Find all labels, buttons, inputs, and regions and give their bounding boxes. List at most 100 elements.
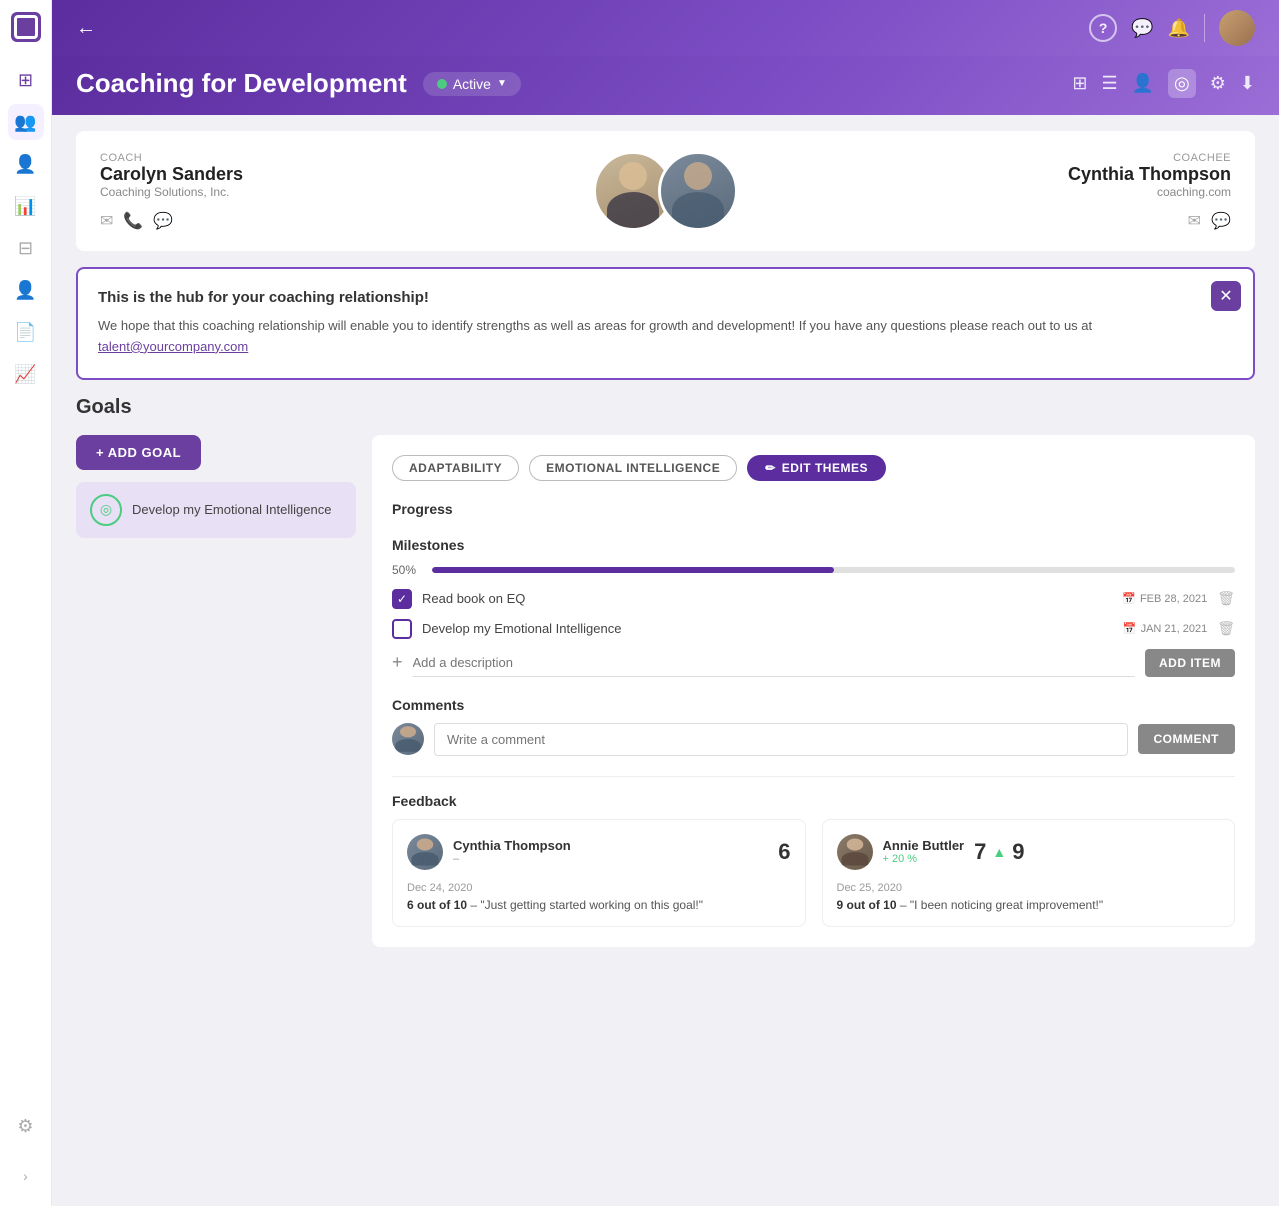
coachee-name: Cynthia Thompson [854, 164, 1231, 185]
feedback-date-1: Dec 24, 2020 [407, 882, 791, 894]
progress-fill [432, 567, 834, 573]
feedback-grid: Cynthia Thompson – 6 Dec 24, 2020 6 out … [392, 819, 1235, 927]
progress-percent: 50% [392, 563, 422, 577]
milestone-row-2: Develop my Emotional Intelligence 📅 JAN … [392, 619, 1235, 639]
coach-info: Coach Carolyn Sanders Coaching Solutions… [100, 152, 477, 231]
progress-bar-row: 50% [392, 563, 1235, 577]
goal-target-icon: ◎ [90, 494, 122, 526]
edit-icon: ✏ [765, 461, 776, 475]
sidebar-item-analytics[interactable]: 📊 [8, 188, 44, 224]
progress-track [432, 567, 1235, 573]
bell-icon[interactable]: 🔔 [1168, 18, 1190, 39]
milestones-section: Milestones 50% ✓ Read book on EQ [392, 537, 1235, 677]
list-view-icon[interactable]: ☰ [1101, 73, 1117, 94]
goals-section-title: Goals [76, 396, 1255, 419]
comment-button[interactable]: COMMENT [1138, 724, 1236, 754]
add-goal-button[interactable]: + ADD GOAL [76, 435, 201, 470]
coachee-info: Coachee Cynthia Thompson coaching.com ✉ … [854, 152, 1231, 231]
milestone-row-1: ✓ Read book on EQ 📅 FEB 28, 2021 🗑 [392, 589, 1235, 609]
calendar-icon-2: 📅 [1123, 622, 1137, 635]
feedback-sub-2: + 20 % [883, 853, 965, 865]
info-box-close-button[interactable]: ✕ [1211, 281, 1241, 311]
info-box-title: This is the hub for your coaching relati… [98, 289, 1203, 306]
profile-icon: 👤 [14, 280, 36, 301]
status-label: Active [453, 76, 491, 92]
add-item-button[interactable]: ADD ITEM [1145, 649, 1235, 677]
coach-company: Coaching Solutions, Inc. [100, 185, 477, 199]
milestone-text-1: Read book on EQ [422, 591, 1112, 606]
page-title-bar: Coaching for Development Active ▼ ⊞ ☰ 👤 … [52, 56, 1279, 115]
sidebar-item-profile[interactable]: 👤 [8, 272, 44, 308]
milestone-delete-1[interactable]: 🗑 [1217, 590, 1235, 607]
feedback-section: Feedback [392, 776, 1235, 927]
sidebar-item-notes[interactable]: 📄 [8, 314, 44, 350]
feedback-divider [392, 776, 1235, 777]
coachee-label: Coachee [854, 152, 1231, 164]
table-icon: ⊟ [18, 238, 33, 259]
theme-chip-ei[interactable]: EMOTIONAL INTELLIGENCE [529, 455, 737, 481]
help-icon[interactable]: ? [1089, 14, 1117, 42]
feedback-date-2: Dec 25, 2020 [837, 882, 1221, 894]
goals-layout: + ADD GOAL ◎ Develop my Emotional Intell… [76, 435, 1255, 947]
coach-email-icon[interactable]: ✉ [100, 211, 113, 231]
goal-item[interactable]: ◎ Develop my Emotional Intelligence [76, 482, 356, 538]
sidebar-settings[interactable]: ⚙ [8, 1108, 44, 1144]
feedback-name-2: Annie Buttler [883, 838, 965, 853]
analytics-icon: 📊 [14, 196, 36, 217]
feedback-score-1: 6 [778, 839, 790, 865]
status-badge[interactable]: Active ▼ [423, 72, 521, 96]
theme-chip-adaptability[interactable]: ADAPTABILITY [392, 455, 519, 481]
avatars-center [477, 151, 854, 231]
milestone-check-2[interactable] [392, 619, 412, 639]
info-box: This is the hub for your coaching relati… [76, 267, 1255, 380]
coachee-company: coaching.com [854, 185, 1231, 199]
feedback-person-info-2: Annie Buttler + 20 % [883, 838, 965, 865]
comment-user-avatar [392, 723, 424, 755]
sidebar-item-home[interactable]: ⊞ [8, 62, 44, 98]
home-icon: ⊞ [18, 70, 33, 91]
feedback-card-1: Cynthia Thompson – 6 Dec 24, 2020 6 out … [392, 819, 806, 927]
milestone-delete-2[interactable]: 🗑 [1217, 620, 1235, 637]
target-view-icon[interactable]: ◎ [1168, 69, 1196, 98]
feedback-sub-1: – [453, 853, 571, 865]
sidebar-logo[interactable] [11, 12, 41, 42]
info-box-link[interactable]: talent@yourcompany.com [98, 339, 248, 354]
chat-icon[interactable]: 💬 [1131, 18, 1153, 39]
sidebar-item-people[interactable]: 👥 [8, 104, 44, 140]
coachee-message-icon[interactable]: 💬 [1211, 211, 1231, 231]
sidebar-item-person[interactable]: 👤 [8, 146, 44, 182]
person-view-icon[interactable]: 👤 [1132, 73, 1154, 94]
add-description-input[interactable] [413, 649, 1135, 677]
feedback-score-left-2: 7 [974, 839, 986, 865]
back-icon: ← [76, 17, 96, 40]
milestone-check-1[interactable]: ✓ [392, 589, 412, 609]
coach-coachee-card: Coach Carolyn Sanders Coaching Solutions… [76, 131, 1255, 251]
comments-section: Comments COMMENT [392, 697, 1235, 756]
add-milestone-icon[interactable]: + [392, 652, 403, 673]
score-up-arrow-icon: ▲ [992, 844, 1006, 860]
back-button[interactable]: ← [76, 17, 96, 40]
goal-label: Develop my Emotional Intelligence [132, 502, 331, 517]
header-divider [1204, 14, 1205, 42]
goals-left-panel: + ADD GOAL ◎ Develop my Emotional Intell… [76, 435, 356, 947]
coachee-email-icon[interactable]: ✉ [1188, 211, 1201, 231]
sidebar-expand-button[interactable]: › [8, 1158, 44, 1194]
goals-section: Goals + ADD GOAL ◎ Develop my Emotional … [76, 396, 1255, 947]
progress-section: Progress [392, 501, 1235, 517]
feedback-label: Feedback [392, 793, 1235, 809]
feedback-detail-1: 6 out of 10 – "Just getting started work… [407, 898, 791, 912]
themes-row: ADAPTABILITY EMOTIONAL INTELLIGENCE ✏ ED… [392, 455, 1235, 481]
grid-view-icon[interactable]: ⊞ [1072, 73, 1087, 94]
download-icon[interactable]: ⬇ [1240, 73, 1255, 94]
status-dot [437, 79, 447, 89]
sidebar-item-chart[interactable]: 📈 [8, 356, 44, 392]
coach-message-icon[interactable]: 💬 [153, 211, 173, 231]
progress-label: Progress [392, 501, 1235, 517]
settings-action-icon[interactable]: ⚙ [1210, 73, 1226, 94]
user-avatar[interactable] [1219, 10, 1255, 46]
edit-themes-button[interactable]: ✏ EDIT THEMES [747, 455, 886, 481]
milestone-date-1: 📅 FEB 28, 2021 [1122, 592, 1207, 605]
coach-phone-icon[interactable]: 📞 [123, 211, 143, 231]
comment-input[interactable] [434, 723, 1128, 756]
sidebar-item-table[interactable]: ⊟ [8, 230, 44, 266]
